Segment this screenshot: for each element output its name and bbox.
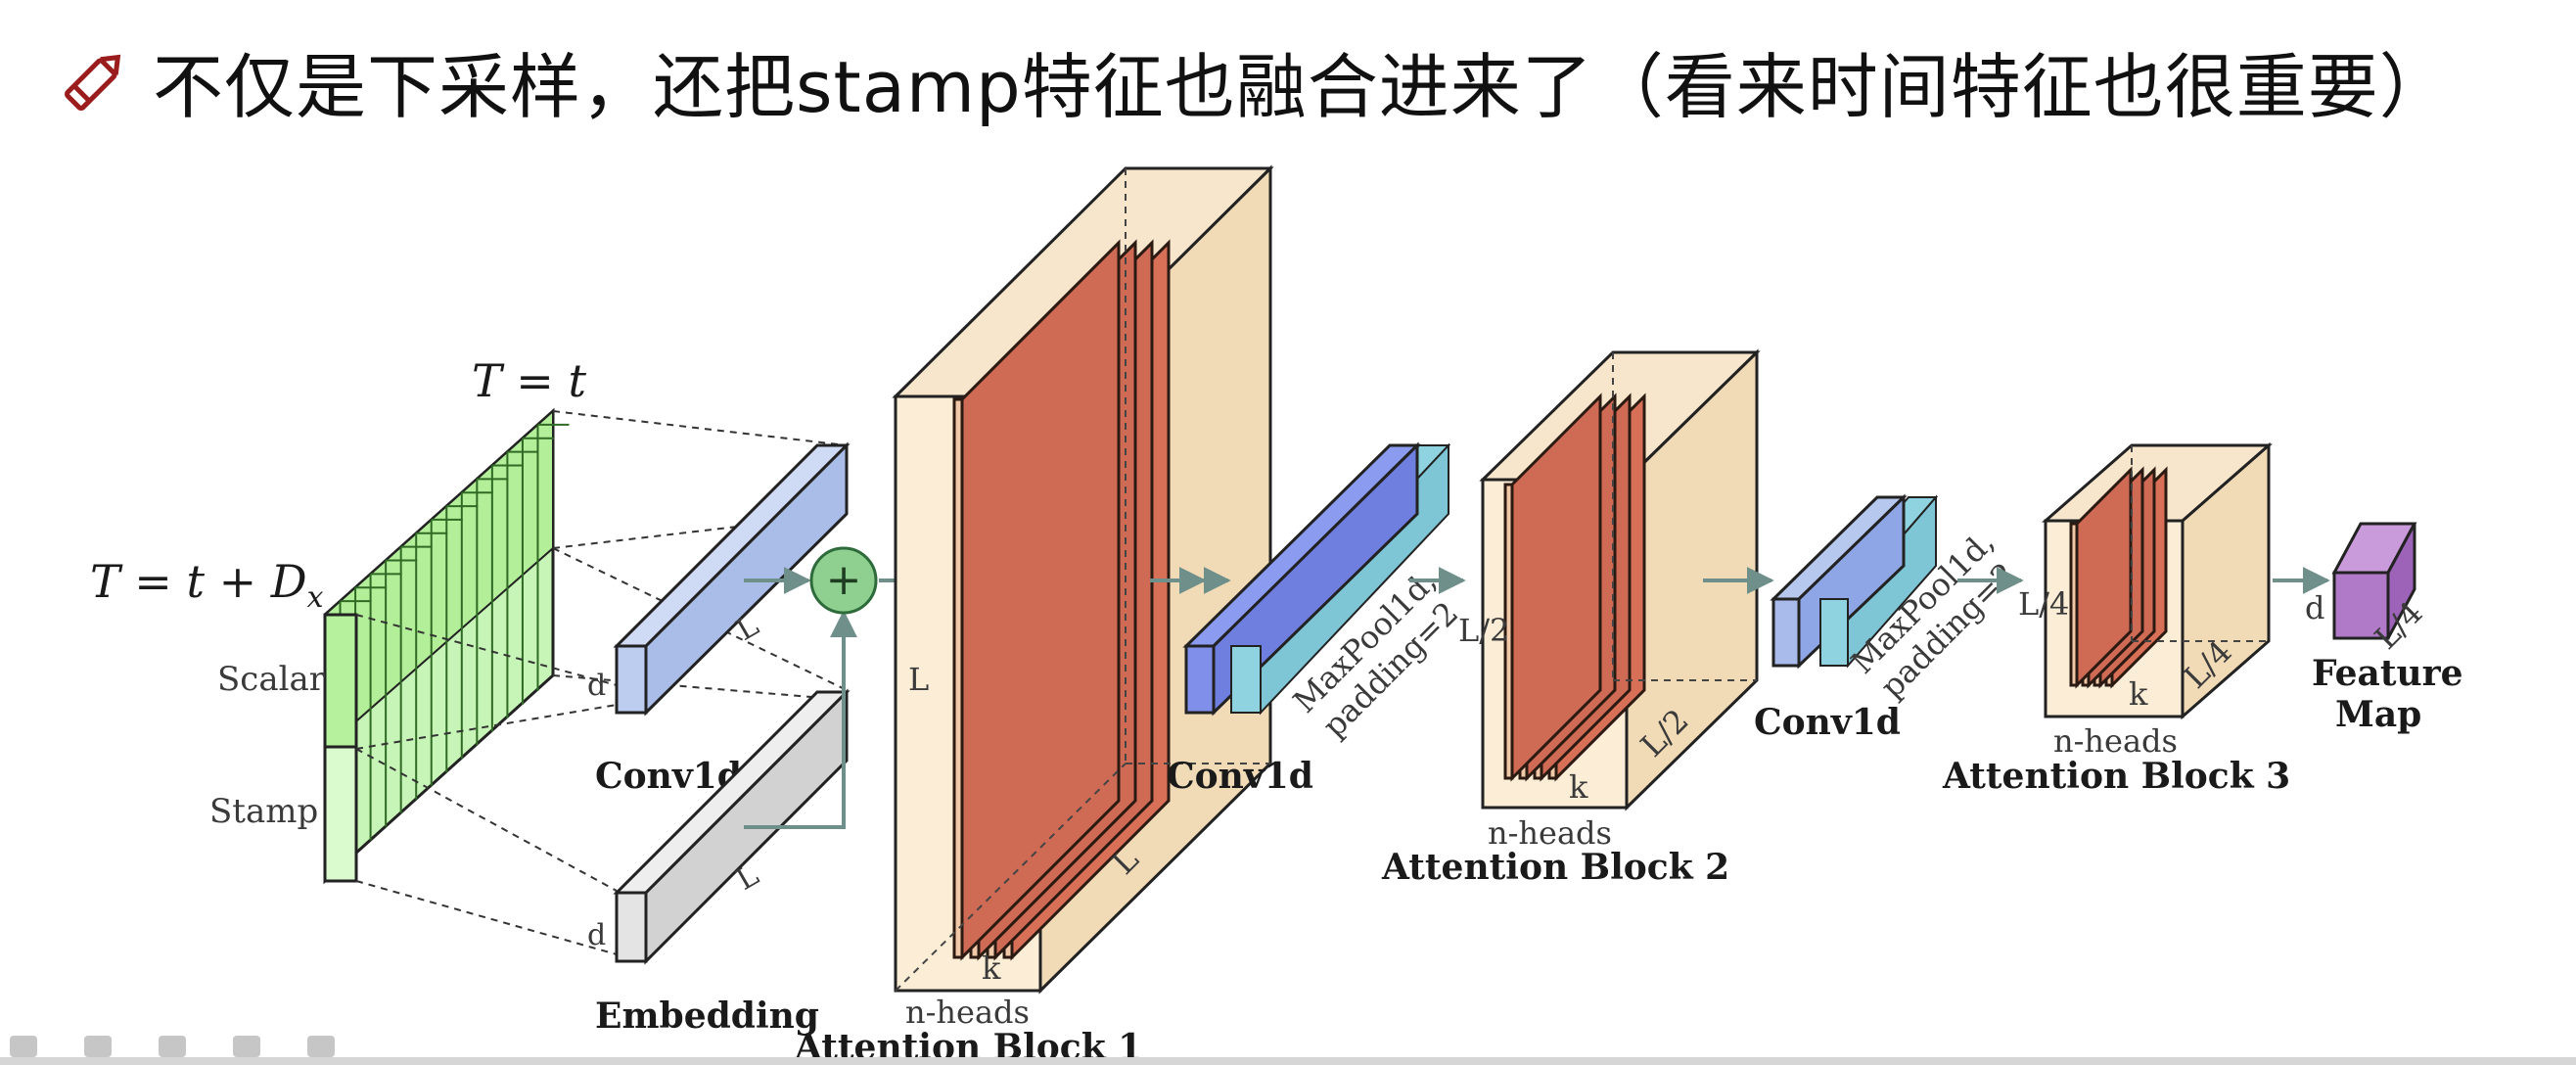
camera-icon[interactable]: [159, 1036, 186, 1057]
attn3-name: Attention Block 3: [1942, 756, 2290, 797]
attention-block-3: [2042, 441, 2273, 720]
input-tensor: [323, 407, 570, 885]
note-icon[interactable]: [233, 1036, 260, 1057]
conv1-dim-label: d: [587, 669, 606, 703]
attn3-heads: n-heads: [2053, 722, 2178, 760]
conv2-name: Conv1d: [1167, 756, 1313, 797]
attn1-k: k: [982, 949, 1001, 987]
input-left-label: T = t + Dx: [90, 555, 324, 615]
attn1-heads: n-heads: [905, 994, 1030, 1031]
attention-head-edge: [952, 397, 964, 959]
embedding-dim-label: d: [587, 918, 606, 952]
conv3-name: Conv1d: [1754, 702, 1901, 743]
attn1-len-left: L: [908, 661, 929, 698]
feature-map-line1: Feature: [2312, 653, 2463, 694]
bottom-bar: [0, 1057, 2576, 1065]
scalar-label: Scalar: [217, 660, 326, 699]
screenshot-icon[interactable]: [84, 1036, 112, 1057]
feature-map-line2: Map: [2335, 694, 2421, 735]
add-node: +: [809, 546, 878, 615]
input-top-label: T = t: [472, 354, 586, 407]
attn2-name: Attention Block 2: [1381, 847, 1729, 888]
attn3-k: k: [2129, 675, 2148, 713]
attn2-len-left: L/2: [1458, 612, 1509, 649]
add-symbol: +: [826, 555, 862, 605]
feature-map-dim: d: [2305, 589, 2324, 626]
attn2-k: k: [1569, 768, 1588, 806]
pen-tool-icon[interactable]: [10, 1036, 37, 1057]
embedding-len-label: L: [731, 858, 765, 898]
attn3-len-left: L/4: [2018, 585, 2069, 623]
informer-architecture-diagram: T = t T = t + Dx Scalar Stamp L d Conv1d…: [90, 164, 2463, 1065]
attention-head-edge: [2069, 522, 2079, 687]
embedding-name: Embedding: [595, 996, 819, 1037]
more-icon[interactable]: [307, 1036, 335, 1057]
conv1-len-label: L: [731, 609, 765, 648]
stamp-label: Stamp: [209, 792, 318, 831]
